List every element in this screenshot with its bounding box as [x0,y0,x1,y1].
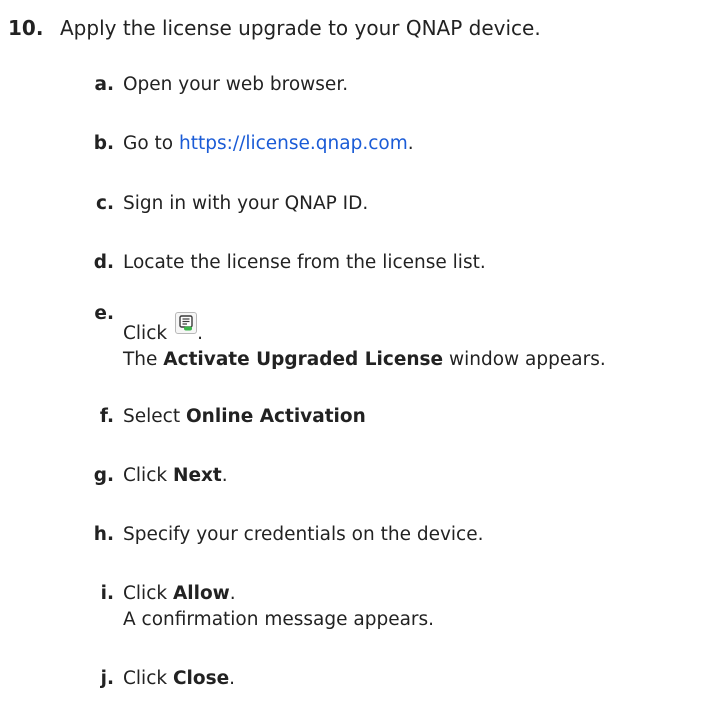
substep-letter: b. [93,133,114,154]
substep-list: a. Open your web browser. b. Go to https… [0,0,721,713]
substep-result: The Activate Upgraded License window app… [123,347,606,373]
substep-prefix: Select [123,406,186,427]
substep-text: Go to https://license.qnap.com. [123,131,414,157]
substep-letter: c. [96,193,114,214]
substep-prefix: Click [123,583,173,604]
substep-suffix: . [229,583,236,604]
substep-text: Click Close. [123,666,235,692]
substep-text: Click. The Activate Upgraded License wind… [123,312,606,373]
substep-text: Click Next. [123,463,228,489]
substep-text: Open your web browser. [123,74,349,95]
substep-text: Specify your credentials on the device. [123,524,484,545]
substep-text: Select Online Activation [123,404,366,430]
button-name: Allow [172,583,230,604]
license-portal-link[interactable]: https://license.qnap.com [179,133,408,154]
substep-letter: f. [99,406,114,427]
substep-result: A confirmation message appears. [123,609,435,630]
substep-suffix: . [407,133,414,154]
substep-prefix: Click [123,323,168,344]
substep-prefix: Click [123,668,173,689]
option-name: Online Activation [185,406,366,427]
substep-letter: a. [94,74,114,95]
substep-text: Sign in with your QNAP ID. [123,193,369,214]
substep-suffix: . [197,323,203,344]
substep-suffix: . [221,465,228,486]
substep-text: Locate the license from the license list… [123,252,486,273]
window-name: Activate Upgraded License [163,349,444,370]
substep-letter: e. [94,303,114,324]
button-name: Next [172,465,222,486]
substep-letter: g. [93,465,114,486]
result-prefix: The [123,349,164,370]
substep-prefix: Go to [123,133,179,154]
license-activate-icon[interactable] [175,312,198,334]
substep-letter: j. [100,668,114,689]
substep-letter: i. [100,583,114,604]
substep-letter: d. [93,252,114,273]
button-name: Close [172,668,230,689]
substep-text: Click Allow. A confirmation message appea… [123,581,434,633]
result-suffix: window appears. [443,349,606,370]
substep-prefix: Click [123,465,173,486]
substep-letter: h. [93,524,114,545]
substep-suffix: . [229,668,236,689]
